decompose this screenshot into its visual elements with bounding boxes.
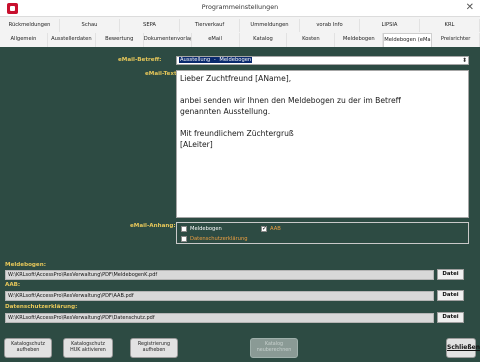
tab-katalog[interactable]: Katalog: [240, 33, 288, 47]
datenschutz-path-field[interactable]: W:\KRLsoft\AccessPro\ResVerwaltung\PDF\D…: [5, 313, 434, 323]
katalogschutz-huk-button[interactable]: Katalogschutz HUK aktivieren: [63, 338, 113, 358]
aab-file-label: AAB:: [5, 282, 21, 288]
tab-strip: Rückmeldungen Schau SEPA Tierverkauf Umm…: [0, 17, 480, 47]
attachment-group: Meldebogen AAB Datenschutzerklärung: [176, 222, 469, 244]
body-line: genannten Ausstellung.: [180, 107, 271, 116]
close-window-icon[interactable]: ✕: [466, 1, 474, 15]
tab-sepa[interactable]: SEPA: [120, 19, 180, 32]
aab-path-field[interactable]: W:\KRLsoft\AccessPro\ResVerwaltung\PDF\A…: [5, 291, 434, 301]
katalogschutz-aufheben-button[interactable]: Katalogschutz aufheben: [4, 338, 52, 358]
button-line-2: neuberechnen: [256, 348, 292, 353]
body-line: [180, 84, 466, 95]
attachment-meldebogen-label: Meldebogen: [190, 226, 222, 232]
tab-meldebogen-email[interactable]: Meldebogen (eMail): [383, 33, 433, 47]
tab-row-2: Allgemein Ausstellerdaten Bewertung Doku…: [0, 33, 480, 47]
tab-allgemein[interactable]: Allgemein: [0, 33, 48, 47]
datenschutz-file-label: Datenschutzerklärung:: [5, 304, 78, 310]
meldebogen-path-field[interactable]: W:\KRLsoft\AccessPro\ResVerwaltung\PDF\M…: [5, 270, 434, 280]
attachment-meldebogen-checkbox[interactable]: Meldebogen: [181, 226, 222, 232]
subject-part-ausstellung: Ausstellung: [179, 57, 212, 63]
email-text-label: eMail-Text:: [145, 71, 179, 77]
tab-kosten[interactable]: Kosten: [287, 33, 336, 47]
tab-bewertung[interactable]: Bewertung: [96, 33, 144, 47]
button-line-2: HUK aktivieren: [70, 348, 106, 353]
meldebogen-datei-button[interactable]: Datei: [437, 269, 464, 280]
email-subject-field[interactable]: Ausstellung - Meldebogen ⬍: [176, 56, 469, 65]
email-body-textarea[interactable]: Lieber Zuchtfreund [AName], anbei senden…: [176, 70, 469, 218]
checkbox-box-checked: [261, 225, 267, 232]
registrierung-aufheben-button[interactable]: Registrierung aufheben: [130, 338, 178, 358]
datenschutz-datei-button[interactable]: Datei: [437, 312, 464, 323]
email-attachment-label: eMail-Anhang:: [130, 223, 176, 229]
body-line: Lieber Zuchtfreund [AName],: [180, 74, 292, 83]
katalog-neuberechnen-button: Katalog neuberechnen: [250, 338, 298, 358]
aab-datei-button[interactable]: Datei: [437, 290, 464, 301]
tab-meldebogen[interactable]: Meldebogen: [335, 33, 384, 47]
email-subject-label: eMail-Betreff:: [118, 57, 162, 63]
tab-tierverkauf[interactable]: Tierverkauf: [180, 19, 240, 32]
window-title: Programmeinstellungen: [201, 3, 279, 11]
body-line: [180, 117, 466, 128]
meldebogen-file-label: Meldebogen:: [5, 262, 46, 268]
checkbox-box: [181, 226, 187, 232]
tab-ummeldungen[interactable]: Ummeldungen: [240, 19, 300, 32]
attachment-aab-label: AAB: [270, 226, 281, 232]
title-bar: Programmeinstellungen ✕: [0, 0, 480, 17]
tab-schau[interactable]: Schau: [60, 19, 120, 32]
attachment-datenschutz-checkbox[interactable]: Datenschutzerklärung: [181, 236, 248, 242]
body-line: anbei senden wir Ihnen den Meldebogen zu…: [180, 96, 401, 105]
tab-email[interactable]: eMail: [192, 33, 240, 47]
tab-preisrichter[interactable]: Preisrichter: [432, 33, 480, 47]
tab-rueckmeldungen[interactable]: Rückmeldungen: [0, 19, 60, 32]
tab-krl[interactable]: KRL: [420, 19, 480, 32]
checkbox-box: [181, 236, 187, 242]
tab-vorab-info[interactable]: vorab Info: [300, 19, 360, 32]
tab-row-1: Rückmeldungen Schau SEPA Tierverkauf Umm…: [0, 19, 480, 32]
tab-dokumentenvorlagen[interactable]: Dokumentenvorlagen: [144, 33, 192, 47]
tab-lipsia[interactable]: LIPSIA: [360, 19, 420, 32]
button-line-2: aufheben: [142, 348, 166, 353]
attachment-datenschutz-label: Datenschutzerklärung: [190, 236, 248, 242]
body-line: Mit freundlichem Züchtergruß: [180, 129, 294, 138]
tab-ausstellerdaten[interactable]: Ausstellerdaten: [48, 33, 96, 47]
body-line: [ALeiter]: [180, 140, 213, 149]
close-button[interactable]: Schließen: [446, 338, 480, 358]
subject-dropdown-icon[interactable]: ⬍: [462, 57, 467, 64]
button-line-2: aufheben: [16, 348, 40, 353]
subject-part-meldebogen: Meldebogen: [218, 57, 253, 63]
attachment-aab-checkbox[interactable]: AAB: [261, 225, 281, 232]
